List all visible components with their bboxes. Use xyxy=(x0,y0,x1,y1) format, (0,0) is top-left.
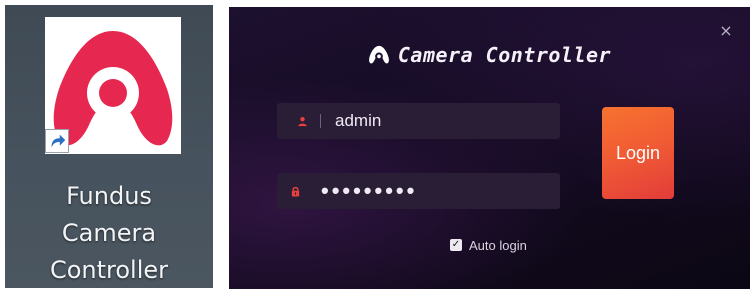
field-separator xyxy=(320,114,321,128)
username-input[interactable] xyxy=(335,103,560,139)
screenshot-stage: Fundus Camera Controller × Camera Contro… xyxy=(0,0,752,291)
close-button[interactable]: × xyxy=(716,21,736,41)
auto-login-label: Auto login xyxy=(469,237,527,253)
shortcut-label-line-1: Fundus xyxy=(66,182,152,210)
login-dialog: × Camera Controller admin ••••••••• Logi… xyxy=(229,7,750,289)
shortcut-arrow-icon xyxy=(45,129,69,153)
user-icon xyxy=(290,103,314,139)
dialog-title: Camera Controller xyxy=(397,43,612,67)
password-field[interactable] xyxy=(277,173,615,209)
checkbox-check-icon[interactable]: ✓ xyxy=(450,239,462,251)
dialog-title-row: Camera Controller xyxy=(229,39,750,71)
shortcut-label-line-3: Controller xyxy=(49,256,169,284)
camera-controller-logo-icon xyxy=(368,45,389,64)
login-button[interactable]: Login xyxy=(602,107,674,199)
lock-icon xyxy=(290,173,301,209)
desktop-shortcut[interactable]: Fundus Camera Controller xyxy=(5,5,213,288)
shortcut-label-line-2: Camera xyxy=(61,219,157,247)
password-input[interactable] xyxy=(321,173,615,209)
auto-login-checkbox[interactable]: ✓ Auto login xyxy=(450,237,527,253)
username-field[interactable] xyxy=(277,103,560,139)
